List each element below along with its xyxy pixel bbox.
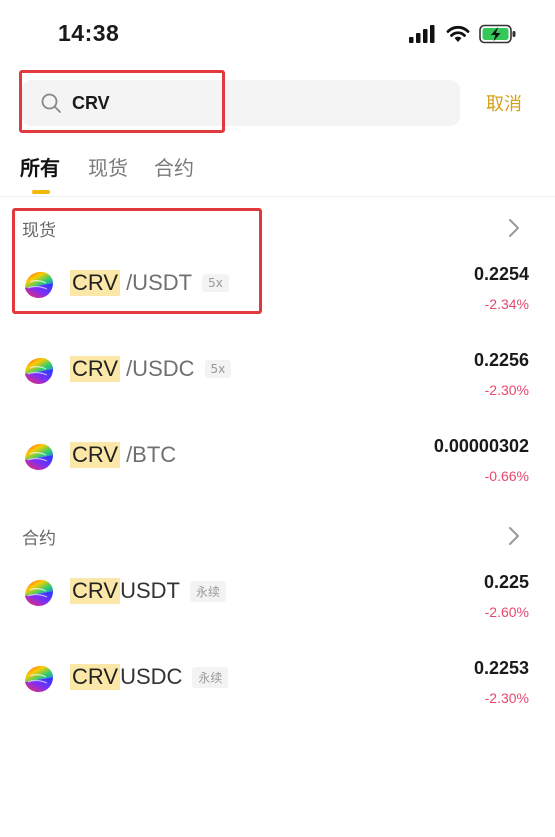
search-box[interactable] [22, 80, 460, 126]
market-row-crv-btc[interactable]: CRV /BTC 0.00000302 -0.66% [0, 428, 555, 498]
leverage-tag: 5x [204, 360, 232, 378]
pair-base: CRV [70, 356, 121, 382]
pair-quote: /USDC [126, 356, 195, 381]
change-percent: -2.34% [484, 296, 529, 312]
curve-coin-icon [22, 440, 56, 474]
pair-base: CRV [70, 442, 121, 468]
pair-label: CRV /USDC 5x [70, 352, 232, 386]
status-time: 14:38 [58, 20, 120, 46]
pair-quote: /BTC [126, 442, 177, 467]
curve-coin-icon [22, 354, 56, 388]
pair-base: CRV [70, 664, 121, 690]
price: 0.2256 [473, 350, 529, 370]
spot-section-title: 现货 [22, 221, 56, 241]
tabs-divider [0, 196, 555, 197]
pair-label: CRV USDT 永续 [70, 574, 226, 608]
price: 0.00000302 [433, 436, 529, 456]
pair-quote: /USDT [126, 270, 193, 295]
pair-quote: USDC [120, 664, 183, 689]
perpetual-tag: 永续 [192, 666, 229, 688]
price: 0.2253 [473, 658, 529, 678]
chevron-right-icon[interactable] [508, 218, 520, 238]
search-icon [41, 93, 61, 113]
price: 0.225 [483, 572, 529, 592]
perpetual-tag: 永续 [189, 580, 226, 602]
status-icons [409, 24, 517, 44]
battery-charging-icon [479, 24, 516, 44]
pair-base: CRV [70, 270, 121, 296]
market-row-crvusdt-perp[interactable]: CRV USDT 永续 0.225 -2.60% [0, 564, 555, 634]
market-row-crv-usdc[interactable]: CRV /USDC 5x 0.2256 -2.30% [0, 342, 555, 412]
curve-coin-icon [22, 576, 56, 610]
curve-coin-icon [22, 268, 56, 302]
chevron-right-icon[interactable] [508, 526, 520, 546]
futures-section-title: 合约 [22, 529, 56, 549]
market-row-crv-usdt[interactable]: CRV /USDT 5x 0.2254 -2.34% [0, 256, 555, 326]
leverage-tag: 5x [202, 274, 229, 292]
pair-label: CRV /USDT 5x [70, 266, 229, 300]
tab-spot[interactable]: 现货 [88, 152, 128, 181]
curve-coin-icon [22, 662, 56, 696]
pair-quote: USDT [120, 578, 180, 603]
change-percent: -0.66% [484, 468, 529, 484]
pair-label: CRV USDC 永续 [70, 660, 229, 694]
change-percent: -2.30% [484, 690, 529, 706]
signal-icon [409, 25, 435, 43]
change-percent: -2.30% [484, 382, 529, 398]
tab-futures[interactable]: 合约 [154, 152, 194, 181]
price: 0.2254 [473, 264, 529, 284]
pair-base: CRV [70, 578, 121, 604]
market-row-crvusdc-perp[interactable]: CRV USDC 永续 0.2253 -2.30% [0, 650, 555, 720]
pair-label: CRV /BTC [70, 438, 176, 472]
change-percent: -2.60% [484, 604, 529, 620]
active-tab-indicator [32, 190, 50, 194]
tab-all[interactable]: 所有 [20, 152, 60, 181]
wifi-icon [446, 25, 470, 42]
search-input[interactable] [72, 80, 372, 126]
cancel-button[interactable]: 取消 [486, 90, 522, 116]
